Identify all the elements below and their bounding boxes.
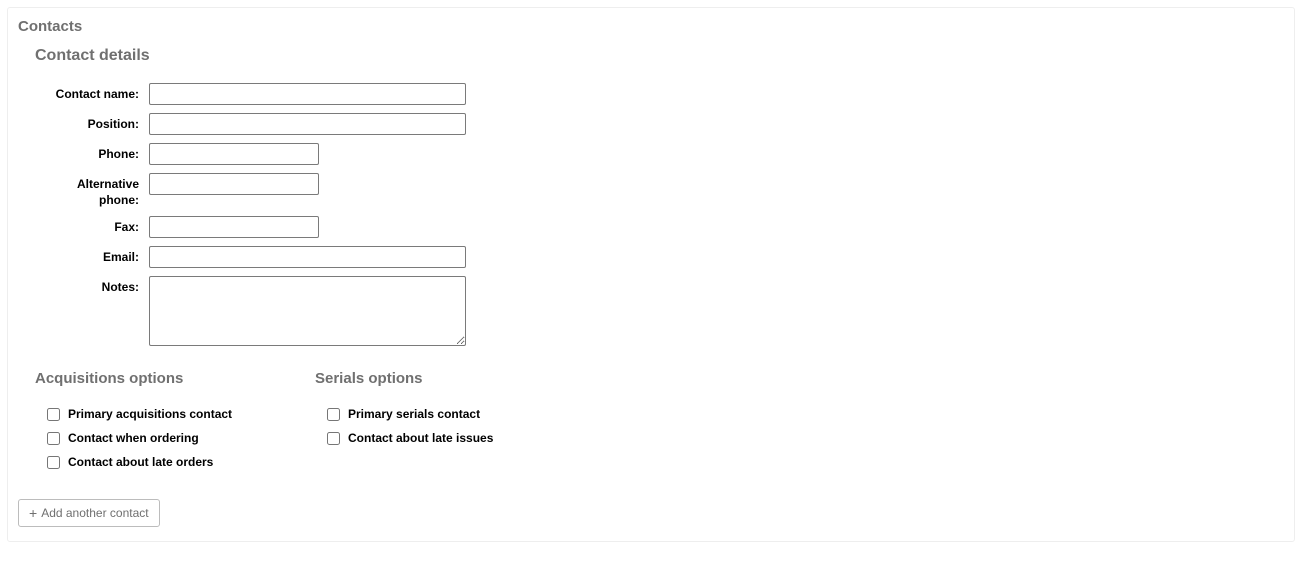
fax-label: Fax: [51,216,149,236]
notes-textarea[interactable] [149,276,466,346]
position-label: Position: [51,113,149,133]
serials-options-block: Serials options Primary serials contact … [315,370,535,469]
phone-input[interactable] [149,143,319,165]
alt-phone-input[interactable] [149,173,319,195]
contact-name-input[interactable] [149,83,466,105]
contact-when-ordering-checkbox[interactable] [47,432,60,445]
notes-label: Notes: [51,276,149,296]
phone-label: Phone: [51,143,149,163]
add-another-contact-button[interactable]: + Add another contact [18,499,160,527]
acquisitions-options-block: Acquisitions options Primary acquisition… [35,370,255,469]
primary-acquisitions-label[interactable]: Primary acquisitions contact [68,407,232,421]
primary-acquisitions-checkbox[interactable] [47,408,60,421]
contact-details-form: Contact name: Position: Phone: Alternati… [35,83,1284,346]
acquisitions-options-heading: Acquisitions options [35,370,255,387]
contact-late-orders-label[interactable]: Contact about late orders [68,455,213,469]
position-input[interactable] [149,113,466,135]
alt-phone-label: Alternative phone: [51,173,149,208]
contacts-panel: Contacts Contact details Contact name: P… [7,7,1295,542]
contacts-heading: Contacts [18,18,1284,35]
add-another-contact-label: Add another contact [41,506,148,520]
email-input[interactable] [149,246,466,268]
contact-when-ordering-label[interactable]: Contact when ordering [68,431,199,445]
contact-details-heading: Contact details [35,47,1284,65]
fax-input[interactable] [149,216,319,238]
serials-options-heading: Serials options [315,370,535,387]
contact-late-issues-checkbox[interactable] [327,432,340,445]
plus-icon: + [29,506,37,520]
primary-serials-checkbox[interactable] [327,408,340,421]
contact-late-issues-label[interactable]: Contact about late issues [348,431,493,445]
email-label: Email: [51,246,149,266]
contact-late-orders-checkbox[interactable] [47,456,60,469]
contact-name-label: Contact name: [51,83,149,103]
primary-serials-label[interactable]: Primary serials contact [348,407,480,421]
